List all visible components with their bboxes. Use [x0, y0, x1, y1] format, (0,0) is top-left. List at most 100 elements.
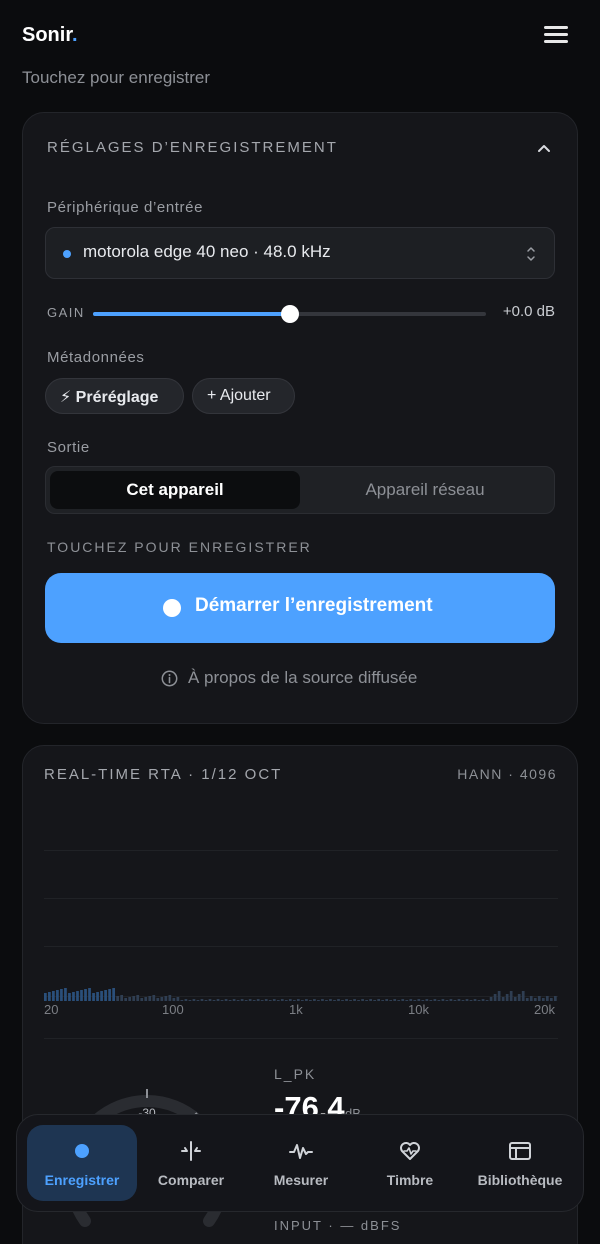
rta-bar — [244, 1000, 248, 1001]
rta-bar — [128, 997, 132, 1001]
nav-item-compare[interactable]: Comparer — [136, 1125, 246, 1201]
rta-bar — [252, 1000, 256, 1001]
menu-button[interactable] — [544, 26, 568, 44]
rta-bar — [248, 999, 252, 1001]
rta-bar — [212, 1000, 216, 1001]
recording-settings-card: RÉGLAGES D’ENREGISTREMENT Périphérique d… — [22, 112, 578, 724]
nav-label: Enregistrer — [44, 1172, 120, 1188]
rta-bar — [521, 991, 525, 1001]
rta-bar — [465, 999, 469, 1001]
rta-bar — [457, 999, 461, 1001]
rta-bar — [204, 1000, 208, 1001]
input-device-select[interactable]: motorola edge 40 neo · 48.0 kHz — [45, 227, 555, 279]
rta-bar — [477, 1000, 481, 1001]
rta-bar — [401, 999, 405, 1001]
app-logo: Sonir. — [22, 24, 78, 46]
rta-bar — [200, 999, 204, 1001]
rta-bar — [196, 1000, 200, 1001]
gain-value: +0.0 dB — [502, 303, 555, 320]
rta-bar — [64, 988, 67, 1001]
nav-label: Timbre — [386, 1172, 434, 1188]
library-icon — [509, 1142, 531, 1160]
gain-slider-thumb[interactable] — [280, 305, 299, 323]
rta-title: REAL-TIME RTA · 1/12 OCT — [44, 766, 283, 783]
rta-bar — [305, 999, 308, 1001]
settings-title: RÉGLAGES D’ENREGISTREMENT — [47, 139, 338, 156]
rta-bar — [373, 1000, 376, 1001]
rta-bar — [317, 1000, 320, 1001]
updown-chevron-icon — [527, 247, 535, 261]
menu-icon — [544, 26, 568, 29]
rta-bar — [168, 995, 172, 1001]
rta-bar — [216, 999, 220, 1001]
rta-bar — [345, 999, 348, 1001]
rta-bar — [377, 999, 381, 1001]
rta-bar — [148, 996, 152, 1001]
add-metadata-chip[interactable]: + Ajouter — [192, 378, 295, 414]
rta-bar — [272, 999, 276, 1001]
rta-bar — [409, 999, 413, 1001]
about-source-label: À propos de la source diffusée — [188, 668, 418, 687]
start-recording-label: Démarrer l’enregistrement — [195, 595, 433, 616]
rta-bar — [120, 995, 124, 1001]
rta-tick-20: 20 — [44, 1002, 59, 1017]
chevron-up-icon[interactable] — [537, 141, 551, 155]
rta-bar — [449, 999, 453, 1001]
rta-bar — [52, 991, 55, 1001]
rta-bar — [84, 989, 87, 1001]
rta-bar — [393, 999, 397, 1001]
rta-bar — [152, 995, 156, 1001]
page-subtitle: Touchez pour enregistrer — [22, 68, 211, 87]
rta-bar — [260, 1000, 264, 1001]
nav-item-measure[interactable]: Mesurer — [246, 1125, 356, 1201]
rta-bar — [517, 994, 521, 1001]
rta-bar — [473, 999, 477, 1001]
rta-bar — [353, 999, 356, 1001]
rta-bar — [357, 1000, 360, 1001]
rta-bar — [445, 1000, 449, 1001]
output-option-device[interactable]: Cet appareil — [50, 471, 300, 509]
rta-bar — [313, 999, 316, 1001]
tap-to-record-label: TOUCHEZ POUR ENREGISTRER — [47, 539, 312, 555]
rta-bar — [104, 990, 107, 1001]
rta-bar — [341, 1000, 344, 1001]
rta-spectrum — [44, 988, 557, 1001]
output-option-network[interactable]: Appareil réseau — [300, 471, 550, 509]
gain-slider[interactable] — [93, 305, 486, 323]
rta-tick-1k: 1k — [289, 1002, 303, 1017]
metadata-label: Métadonnées — [47, 349, 145, 366]
rta-tick-100: 100 — [162, 1002, 184, 1017]
compare-icon — [181, 1141, 201, 1161]
rta-bar — [180, 1000, 184, 1001]
rta-bar — [88, 988, 91, 1001]
rta-bar — [501, 997, 505, 1001]
rta-bar — [361, 999, 364, 1001]
rta-bar — [553, 996, 557, 1001]
rta-bar — [48, 992, 51, 1001]
start-recording-button[interactable]: Démarrer l’enregistrement — [45, 573, 555, 643]
rta-bar — [68, 993, 71, 1001]
rta-bar — [337, 999, 340, 1001]
nav-item-record[interactable]: Enregistrer — [27, 1125, 137, 1201]
rta-bar — [493, 994, 497, 1001]
rta-bar — [176, 997, 180, 1001]
nav-item-timbre[interactable]: Timbre — [355, 1125, 465, 1201]
rta-bar — [96, 992, 99, 1001]
rta-bar — [453, 1000, 457, 1001]
rta-bar — [509, 991, 513, 1001]
rta-bar — [264, 999, 268, 1001]
rta-bar — [505, 994, 509, 1001]
rta-bar — [433, 999, 437, 1001]
rta-bar — [228, 1000, 232, 1001]
rta-bar — [208, 999, 212, 1001]
rta-bar — [108, 989, 111, 1001]
rta-bar — [513, 997, 517, 1001]
rta-bar — [220, 1000, 224, 1001]
nav-item-library[interactable]: Bibliothèque — [465, 1125, 575, 1201]
rta-bar — [489, 997, 493, 1001]
rta-bar — [301, 1000, 304, 1001]
preset-chip[interactable]: ⚡ Préréglage — [45, 378, 184, 414]
rta-bar — [116, 996, 119, 1001]
rta-bar — [417, 999, 421, 1001]
device-value: motorola edge 40 neo · 48.0 kHz — [83, 242, 331, 261]
